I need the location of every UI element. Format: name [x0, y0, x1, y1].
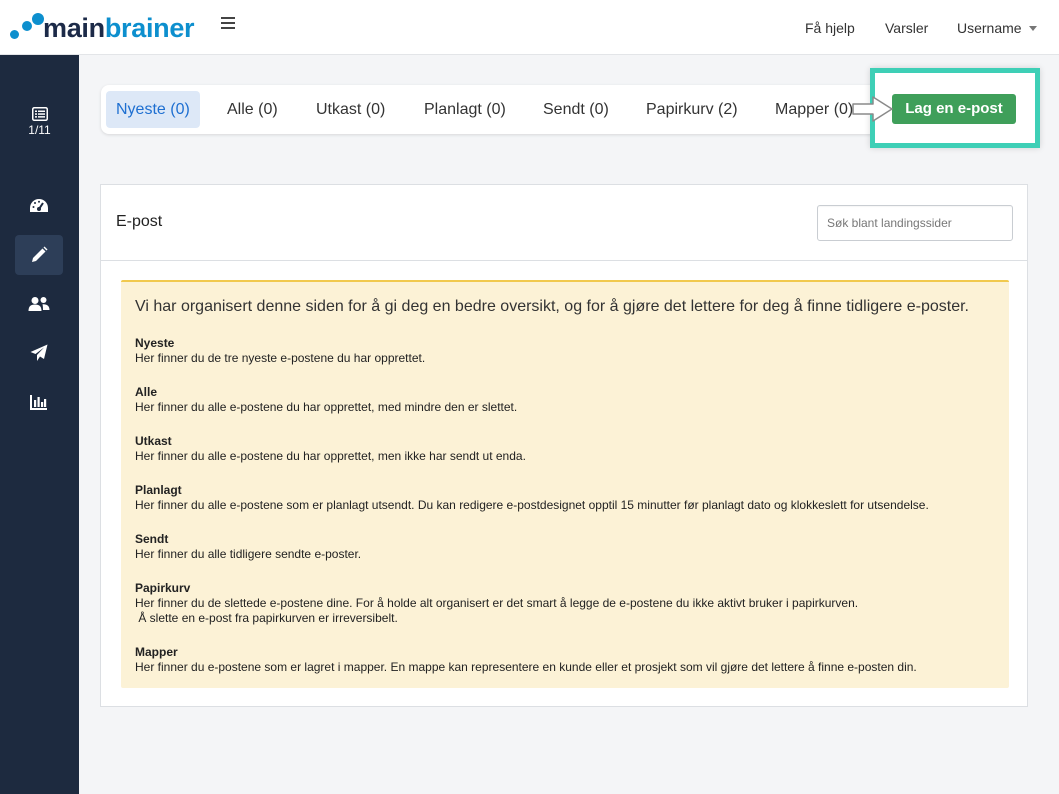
info-lead: Vi har organisert denne siden for å gi d…: [135, 298, 969, 315]
tab-newest[interactable]: Nyeste (0): [106, 91, 200, 128]
create-email-button[interactable]: Lag en e-post: [892, 94, 1016, 124]
info-section-sent: Sendt Her finner du alle tidligere sendt…: [135, 532, 361, 562]
page-counter-label: 1/11: [28, 123, 51, 137]
tab-drafts[interactable]: Utkast (0): [306, 91, 395, 128]
section-heading: Alle: [135, 385, 158, 399]
caret-down-icon: [1028, 26, 1037, 31]
tab-all[interactable]: Alle (0): [217, 91, 288, 128]
section-text: Her finner du de tre nyeste e-postene du…: [135, 351, 426, 365]
paper-plane-icon: [30, 344, 48, 361]
section-heading: Sendt: [135, 532, 169, 546]
sidebar-item-users[interactable]: [15, 284, 63, 324]
sidebar: 1/11: [0, 55, 79, 794]
logo-text-main: main: [43, 13, 105, 43]
info-section-trash: Papirkurv Her finner du de slettede e-po…: [135, 581, 858, 626]
section-heading: Planlagt: [135, 483, 182, 497]
info-panel: Vi har organisert denne siden for å gi d…: [121, 280, 1009, 688]
username-label: Username: [957, 19, 1022, 36]
tab-folders[interactable]: Mapper (0): [765, 91, 863, 128]
hamburger-menu-icon[interactable]: [221, 17, 235, 29]
section-text: Å slette en e-post fra papirkurven er ir…: [135, 611, 398, 625]
section-text: Her finner du alle e-postene som er plan…: [135, 498, 929, 512]
info-section-folders: Mapper Her finner du e-postene som er la…: [135, 645, 917, 675]
section-heading: Utkast: [135, 434, 172, 448]
logo-text-brainer: brainer: [104, 13, 195, 43]
tab-scheduled[interactable]: Planlagt (0): [414, 91, 516, 128]
help-link[interactable]: Få hjelp: [805, 0, 855, 55]
page-counter[interactable]: 1/11: [0, 107, 79, 137]
sidebar-item-campaigns[interactable]: [15, 333, 63, 373]
info-section-all: Alle Her finner du alle e-postene du har…: [135, 385, 517, 415]
mainbrainer-logo[interactable]: mainbrainer: [10, 12, 195, 44]
section-text: Her finner du alle e-postene du har oppr…: [135, 400, 518, 414]
section-heading: Mapper: [135, 645, 178, 659]
section-text: Her finner du alle tidligere sendte e-po…: [135, 547, 362, 561]
info-section-drafts: Utkast Her finner du alle e-postene du h…: [135, 434, 526, 464]
bar-chart-icon: [30, 395, 47, 410]
section-text: Her finner du e-postene som er lagret i …: [135, 660, 917, 674]
card-title: E-post: [116, 213, 163, 230]
users-icon: [28, 297, 50, 311]
section-heading: Nyeste: [135, 336, 175, 350]
tab-trash[interactable]: Papirkurv (2): [636, 91, 748, 128]
section-heading: Papirkurv: [135, 581, 191, 595]
pointer-arrow-icon: [852, 96, 893, 122]
sidebar-item-reports[interactable]: [15, 382, 63, 422]
pencil-icon: [32, 246, 48, 262]
tab-sent[interactable]: Sendt (0): [533, 91, 619, 128]
list-icon: [31, 107, 48, 121]
info-section-scheduled: Planlagt Her finner du alle e-postene so…: [135, 483, 929, 513]
sidebar-item-dashboard[interactable]: [15, 186, 63, 226]
search-input[interactable]: [817, 205, 1013, 241]
email-card: E-post Vi har organisert denne siden for…: [100, 184, 1028, 707]
logo-dots-icon: [10, 13, 44, 43]
card-header: E-post: [101, 185, 1027, 261]
section-text: Her finner du de slettede e-postene dine…: [135, 596, 859, 610]
top-bar: mainbrainer Få hjelp Varsler Username: [0, 0, 1059, 55]
user-menu[interactable]: Username: [957, 0, 1037, 55]
alerts-link[interactable]: Varsler: [885, 0, 928, 55]
sidebar-item-email[interactable]: [15, 235, 63, 275]
info-section-newest: Nyeste Her finner du de tre nyeste e-pos…: [135, 336, 425, 366]
dashboard-icon: [30, 199, 48, 212]
section-text: Her finner du alle e-postene du har oppr…: [135, 449, 526, 463]
